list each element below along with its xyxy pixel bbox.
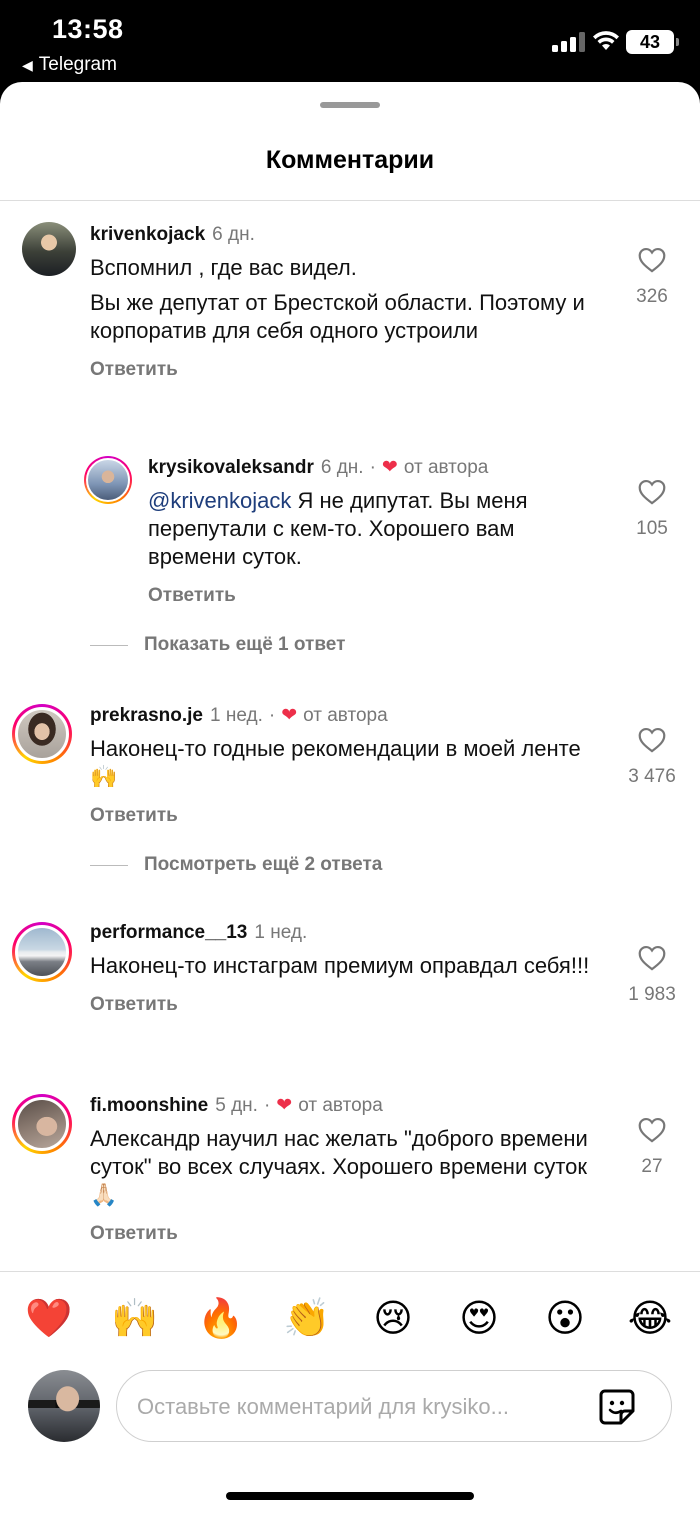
status-time: 13:58 bbox=[52, 14, 124, 44]
reply-button[interactable]: Ответить bbox=[90, 994, 600, 1016]
comment-body: performance__13 1 нед. Наконец-то инстаг… bbox=[90, 922, 600, 1016]
reaction-clap-emoji[interactable]: 👏 bbox=[279, 1290, 335, 1346]
back-app-label: Telegram bbox=[38, 54, 117, 75]
author-badge: от автора bbox=[298, 1094, 383, 1116]
avatar[interactable] bbox=[22, 222, 76, 276]
heart-outline-icon bbox=[638, 945, 666, 971]
reaction-fire-emoji[interactable]: 🔥 bbox=[193, 1290, 249, 1346]
sticker-icon[interactable] bbox=[597, 1387, 637, 1427]
comment-username[interactable]: fi.moonshine bbox=[90, 1095, 208, 1117]
back-to-telegram-link[interactable]: ◀ Telegram bbox=[22, 54, 117, 76]
comment-body: prekrasno.je 1 нед. · ❤ от автора Наконе… bbox=[90, 704, 600, 827]
comment-body: krivenkojack 6 дн. Вспомнил , где вас ви… bbox=[90, 224, 610, 381]
reply-button[interactable]: Ответить bbox=[90, 359, 610, 381]
comment-time: 1 нед. bbox=[210, 704, 263, 726]
comment-text: @krivenkojack Я не дипутат. Вы меня пере… bbox=[148, 487, 598, 571]
comment-time: 6 дн. bbox=[212, 224, 255, 245]
view-more-replies-label: Посмотреть ещё 2 ответа bbox=[144, 854, 383, 875]
reply-button[interactable]: Ответить bbox=[90, 1223, 600, 1245]
author-badge: от автора bbox=[303, 704, 388, 726]
view-more-replies-button[interactable]: Посмотреть ещё 2 ответа bbox=[90, 854, 382, 876]
comment-text: Наконец-то годные рекомендации в моей ле… bbox=[90, 736, 581, 789]
back-arrow-icon: ◀ bbox=[22, 56, 33, 73]
like-button[interactable]: 1 983 bbox=[617, 944, 687, 1006]
page-title: Комментарии bbox=[265, 146, 435, 174]
reply-button[interactable]: Ответить bbox=[148, 585, 598, 607]
reaction-crying-emoji[interactable]: 😢 bbox=[365, 1290, 421, 1346]
quick-reactions: ❤️ 🙌 🔥 👏 😢 😍 😮 😂 bbox=[0, 1290, 700, 1350]
heart-outline-icon bbox=[638, 1117, 666, 1143]
battery-icon: 43 bbox=[626, 30, 679, 54]
divider-line bbox=[90, 644, 128, 646]
comment-input[interactable] bbox=[137, 1389, 577, 1425]
wifi-icon bbox=[593, 31, 619, 50]
comment-username[interactable]: krysikovaleksandr bbox=[148, 457, 314, 479]
avatar[interactable] bbox=[84, 456, 132, 504]
like-count: 27 bbox=[641, 1156, 663, 1177]
reaction-laughing-emoji[interactable]: 😂 bbox=[622, 1290, 678, 1346]
comment-paragraph: Вспомнил , где вас видел. bbox=[90, 255, 357, 280]
heart-filled-icon: ❤ bbox=[281, 705, 298, 726]
reaction-heart-eyes-emoji[interactable]: 😍 bbox=[451, 1290, 507, 1346]
show-more-replies-label: Показать ещё 1 ответ bbox=[144, 634, 346, 655]
comment-input-container[interactable] bbox=[116, 1370, 672, 1442]
comment-text: Вспомнил , где вас видел. Вы же депутат … bbox=[90, 254, 610, 345]
heart-outline-icon bbox=[638, 727, 666, 753]
author-badge: от автора bbox=[403, 456, 489, 478]
like-button[interactable]: 326 bbox=[617, 246, 687, 308]
reaction-surprised-emoji[interactable]: 😮 bbox=[537, 1290, 593, 1346]
like-count: 326 bbox=[636, 286, 668, 307]
comment-time: 1 нед. bbox=[254, 922, 308, 943]
status-bar: 13:58 ◀ Telegram 43 bbox=[0, 0, 700, 84]
like-button[interactable]: 27 bbox=[617, 1116, 687, 1178]
comment-text: Александр научил нас желать "доброго вре… bbox=[90, 1126, 588, 1207]
avatar[interactable] bbox=[12, 922, 72, 982]
my-avatar bbox=[28, 1370, 100, 1442]
home-indicator bbox=[226, 1492, 474, 1500]
like-button[interactable]: 3 476 bbox=[617, 726, 687, 788]
reaction-heart-emoji[interactable]: ❤️ bbox=[21, 1290, 77, 1346]
comment-paragraph: Вы же депутат от Брестской области. Поэт… bbox=[90, 290, 585, 343]
avatar[interactable] bbox=[12, 1094, 72, 1154]
like-count: 1 983 bbox=[628, 984, 676, 1005]
comments-sheet: Комментарии krivenkojack 6 дн. Вспомнил … bbox=[0, 82, 700, 1515]
avatar[interactable] bbox=[12, 704, 72, 764]
comment-time: 5 дн. bbox=[215, 1094, 258, 1116]
sheet-grabber[interactable] bbox=[320, 102, 380, 108]
mention-link[interactable]: @krivenkojack bbox=[148, 488, 291, 513]
header-divider bbox=[0, 200, 700, 201]
comment-text: Наконец-то инстаграм премиум оправдал се… bbox=[90, 953, 590, 978]
comment-username[interactable]: krivenkojack bbox=[90, 224, 205, 246]
comment-body: fi.moonshine 5 дн. · ❤ от автора Алексан… bbox=[90, 1094, 600, 1245]
separator-dot: · bbox=[268, 704, 276, 726]
reaction-raised-hands-emoji[interactable]: 🙌 bbox=[107, 1290, 163, 1346]
heart-filled-icon: ❤ bbox=[381, 457, 398, 478]
heart-filled-icon: ❤ bbox=[276, 1095, 293, 1116]
separator-dot: · bbox=[369, 456, 376, 478]
composer-divider bbox=[0, 1271, 700, 1272]
comment-body: krysikovaleksandr 6 дн. · ❤ от автора @k… bbox=[148, 456, 598, 607]
reply-button[interactable]: Ответить bbox=[90, 805, 600, 827]
show-more-replies-button[interactable]: Показать ещё 1 ответ bbox=[90, 634, 345, 656]
like-count: 3 476 bbox=[628, 766, 676, 787]
like-button[interactable]: 105 bbox=[617, 478, 687, 540]
comment-username[interactable]: performance__13 bbox=[90, 922, 247, 944]
like-count: 105 bbox=[636, 518, 668, 539]
divider-line bbox=[90, 864, 128, 866]
cellular-signal-icon bbox=[552, 32, 585, 52]
heart-outline-icon bbox=[638, 479, 666, 505]
comment-username[interactable]: prekrasno.je bbox=[90, 705, 203, 727]
heart-outline-icon bbox=[638, 247, 666, 273]
separator-dot: · bbox=[263, 1094, 271, 1116]
comment-time: 6 дн. bbox=[320, 456, 364, 478]
